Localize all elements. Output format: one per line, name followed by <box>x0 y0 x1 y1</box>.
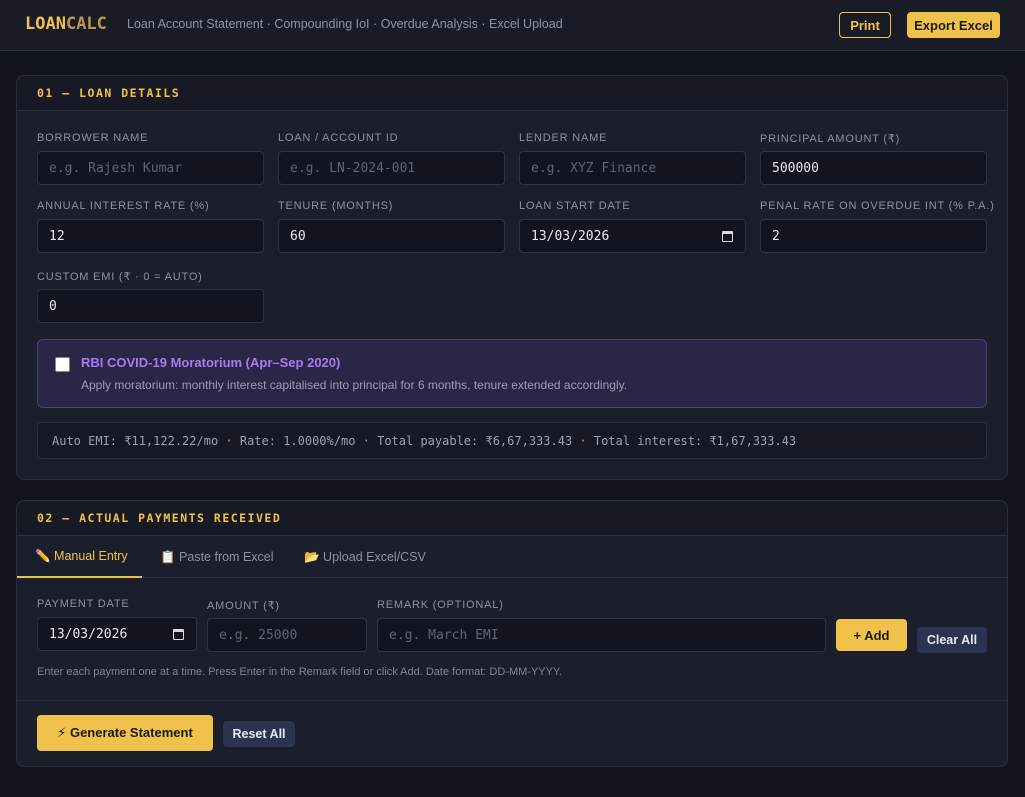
principal-amount-label: Principal Amount (₹) <box>760 133 901 145</box>
principal-amount-input[interactable]: 500000 <box>760 151 987 185</box>
generate-statement-button[interactable]: ⚡ Generate Statement <box>37 715 213 751</box>
tenure-input[interactable]: 60 <box>278 219 505 253</box>
start-date-label: Loan Start Date <box>519 200 631 212</box>
lender-name-input[interactable]: e.g. XYZ Finance <box>519 151 746 185</box>
export-excel-button[interactable]: Export Excel <box>907 12 1000 38</box>
payments-title: 02 — ACTUAL PAYMENTS RECEIVED <box>17 501 1007 536</box>
logo-part-loan: LOAN <box>25 14 66 34</box>
tab-manual-entry[interactable]: ✏️ Manual Entry <box>17 536 142 578</box>
borrower-name-input[interactable]: e.g. Rajesh Kumar <box>37 151 264 185</box>
interest-rate-input[interactable]: 12 <box>37 219 264 253</box>
calendar-icon[interactable] <box>722 231 733 242</box>
payment-hint: Enter each payment one at a time. Press … <box>37 666 562 678</box>
payment-date-input[interactable]: 13/03/2026 <box>37 617 197 651</box>
interest-rate-label: Annual Interest Rate (%) <box>37 200 210 212</box>
moratorium-checkbox[interactable] <box>55 357 70 372</box>
loan-details-card: 01 — LOAN DETAILS Borrower Name e.g. Raj… <box>16 75 1008 480</box>
remark-input[interactable]: e.g. March EMI <box>377 618 826 652</box>
amount-label: Amount (₹) <box>207 600 280 612</box>
start-date-input[interactable]: 13/03/2026 <box>519 219 746 253</box>
emi-summary: Auto EMI: ₹11,122.22/mo · Rate: 1.0000%/… <box>37 422 987 459</box>
calendar-icon[interactable] <box>173 629 184 640</box>
add-payment-button[interactable]: + Add <box>836 619 907 651</box>
custom-emi-label: Custom EMI (₹ · 0 = Auto) <box>37 271 203 283</box>
actions-row: ⚡ Generate Statement Reset All <box>17 700 1007 766</box>
penal-rate-label: Penal Rate on Overdue Int (% p.a.) <box>760 200 995 212</box>
moratorium-title: RBI COVID-19 Moratorium (Apr–Sep 2020) <box>81 355 341 370</box>
moratorium-option[interactable]: RBI COVID-19 Moratorium (Apr–Sep 2020) A… <box>37 339 987 408</box>
tab-paste-excel[interactable]: 📋 Paste from Excel <box>160 536 290 578</box>
penal-rate-input[interactable]: 2 <box>760 219 987 253</box>
logo-part-calc: CALC <box>65 14 107 34</box>
custom-emi-input[interactable]: 0 <box>37 289 264 323</box>
payments-card: 02 — ACTUAL PAYMENTS RECEIVED ✏️ Manual … <box>16 500 1008 767</box>
app-tagline: Loan Account Statement · Compounding IoI… <box>127 17 563 31</box>
top-bar: LOANCALC Loan Account Statement · Compou… <box>0 0 1025 51</box>
loan-details-title: 01 — LOAN DETAILS <box>17 76 1007 111</box>
payment-date-label: Payment Date <box>37 598 130 610</box>
account-id-input[interactable]: e.g. LN-2024-001 <box>278 151 505 185</box>
borrower-name-label: Borrower Name <box>37 132 149 144</box>
payment-tabs: ✏️ Manual Entry 📋 Paste from Excel 📂 Upl… <box>17 536 1007 578</box>
lender-name-label: Lender Name <box>519 132 608 144</box>
tenure-label: Tenure (Months) <box>278 200 394 212</box>
logo: LOANCALC <box>25 14 107 34</box>
clear-all-button[interactable]: Clear All <box>917 627 987 653</box>
start-date-value: 13/03/2026 <box>531 228 610 244</box>
remark-label: Remark (optional) <box>377 599 504 611</box>
account-id-label: Loan / Account ID <box>278 132 399 144</box>
reset-all-button[interactable]: Reset All <box>223 721 295 747</box>
amount-input[interactable]: e.g. 25000 <box>207 618 367 652</box>
tab-upload-excel[interactable]: 📂 Upload Excel/CSV <box>304 536 444 578</box>
payment-date-value: 13/03/2026 <box>49 626 128 642</box>
moratorium-description: Apply moratorium: monthly interest capit… <box>81 378 628 392</box>
print-button[interactable]: Print <box>839 12 891 38</box>
